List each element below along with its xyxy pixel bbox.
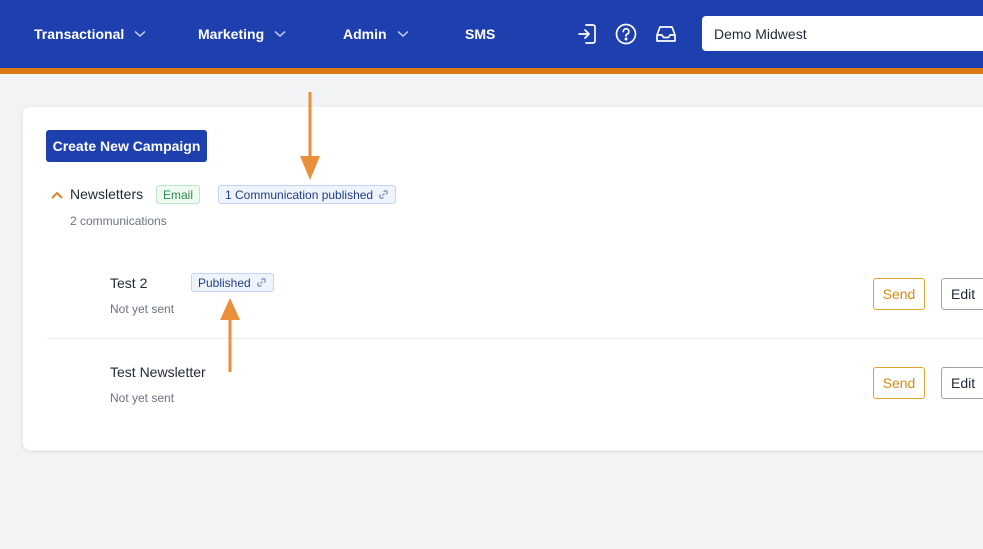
account-select-value: Demo Midwest (714, 25, 807, 42)
annotation-arrow-up-icon (220, 298, 240, 372)
nav-item-label: SMS (465, 26, 496, 42)
campaign-title: Test 2 (110, 275, 148, 291)
sign-in-icon[interactable] (576, 22, 600, 46)
published-badge[interactable]: Published (191, 273, 274, 292)
send-button[interactable]: Send (873, 367, 925, 399)
nav-item-label: Transactional (34, 26, 125, 42)
nav-item-label: Marketing (198, 26, 265, 42)
inbox-icon[interactable] (654, 22, 678, 46)
badge-label: 1 Communication published (225, 187, 374, 202)
collapse-caret-icon[interactable] (50, 187, 64, 199)
chevron-down-icon (397, 30, 409, 38)
accent-strip (0, 68, 983, 74)
send-button[interactable]: Send (873, 278, 925, 310)
row-divider (46, 338, 983, 339)
nav-item-marketing[interactable]: Marketing (198, 24, 286, 44)
chevron-down-icon (134, 30, 146, 38)
link-icon (378, 189, 389, 200)
edit-button[interactable]: Edit (941, 367, 983, 399)
edit-button[interactable]: Edit (941, 278, 983, 310)
link-icon (256, 277, 267, 288)
campaign-title: Test Newsletter (110, 364, 206, 380)
account-select[interactable]: Demo Midwest (702, 16, 983, 51)
group-subtitle: 2 communications (70, 214, 167, 228)
nav-item-admin[interactable]: Admin (343, 24, 409, 44)
create-new-campaign-button[interactable]: Create New Campaign (46, 130, 207, 162)
campaign-status: Not yet sent (110, 391, 175, 405)
help-icon[interactable] (614, 22, 638, 46)
badge-label: Published (198, 275, 251, 290)
nav-item-sms[interactable]: SMS (465, 24, 495, 44)
annotation-arrow-down-icon (300, 92, 320, 180)
group-published-badge[interactable]: 1 Communication published (218, 185, 397, 204)
channel-badge: Email (156, 185, 201, 204)
group-title: Newsletters (70, 186, 144, 202)
campaign-status: Not yet sent (110, 302, 175, 316)
nav-item-transactional[interactable]: Transactional (34, 24, 146, 44)
chevron-down-icon (274, 30, 286, 38)
nav-item-label: Admin (343, 26, 387, 42)
